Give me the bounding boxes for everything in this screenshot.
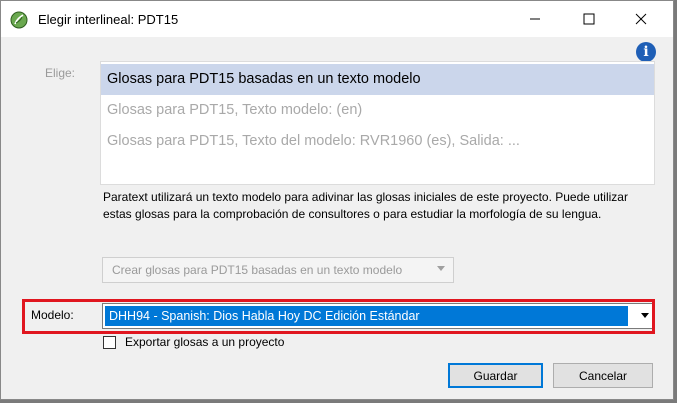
info-glyph: i <box>643 44 649 60</box>
cancel-button-label: Cancelar <box>578 368 628 383</box>
close-button[interactable] <box>618 1 664 37</box>
maximize-icon <box>583 13 595 25</box>
export-glosses-checkbox[interactable] <box>103 336 116 349</box>
info-icon[interactable]: i <box>636 42 656 62</box>
dialog-window: Elegir interlineal: PDT15 i Elige: Glosa… <box>0 0 674 400</box>
save-button-label: Guardar <box>473 368 518 383</box>
minimize-icon <box>530 18 540 20</box>
save-button[interactable]: Guardar <box>448 363 543 388</box>
export-glosses-label[interactable]: Exportar glosas a un proyecto <box>125 335 284 349</box>
close-icon <box>635 13 647 25</box>
elige-label: Elige: <box>45 66 76 80</box>
modelo-highlight-annotation <box>22 299 655 334</box>
create-glosses-label: Crear glosas para PDT15 basadas en un te… <box>112 263 403 277</box>
maximize-button[interactable] <box>566 1 612 37</box>
paratext-logo-icon <box>10 11 28 29</box>
title-bar[interactable]: Elegir interlineal: PDT15 <box>1 1 673 37</box>
create-glosses-dropdown-button: Crear glosas para PDT15 basadas en un te… <box>102 257 454 283</box>
minimize-button[interactable] <box>512 1 558 37</box>
window-title: Elegir interlineal: PDT15 <box>38 12 179 27</box>
list-item[interactable]: Glosas para PDT15 basadas en un texto mo… <box>101 64 654 95</box>
list-item: Glosas para PDT15, Texto modelo: (en) <box>107 102 363 118</box>
cancel-button[interactable]: Cancelar <box>553 363 653 388</box>
list-item: Glosas para PDT15, Texto del modelo: RVR… <box>107 133 520 149</box>
description-text: Paratext utilizará un texto modelo para … <box>103 190 628 221</box>
options-list[interactable]: Glosas para PDT15 basadas en un texto mo… <box>100 61 655 185</box>
chevron-down-icon <box>437 266 445 271</box>
